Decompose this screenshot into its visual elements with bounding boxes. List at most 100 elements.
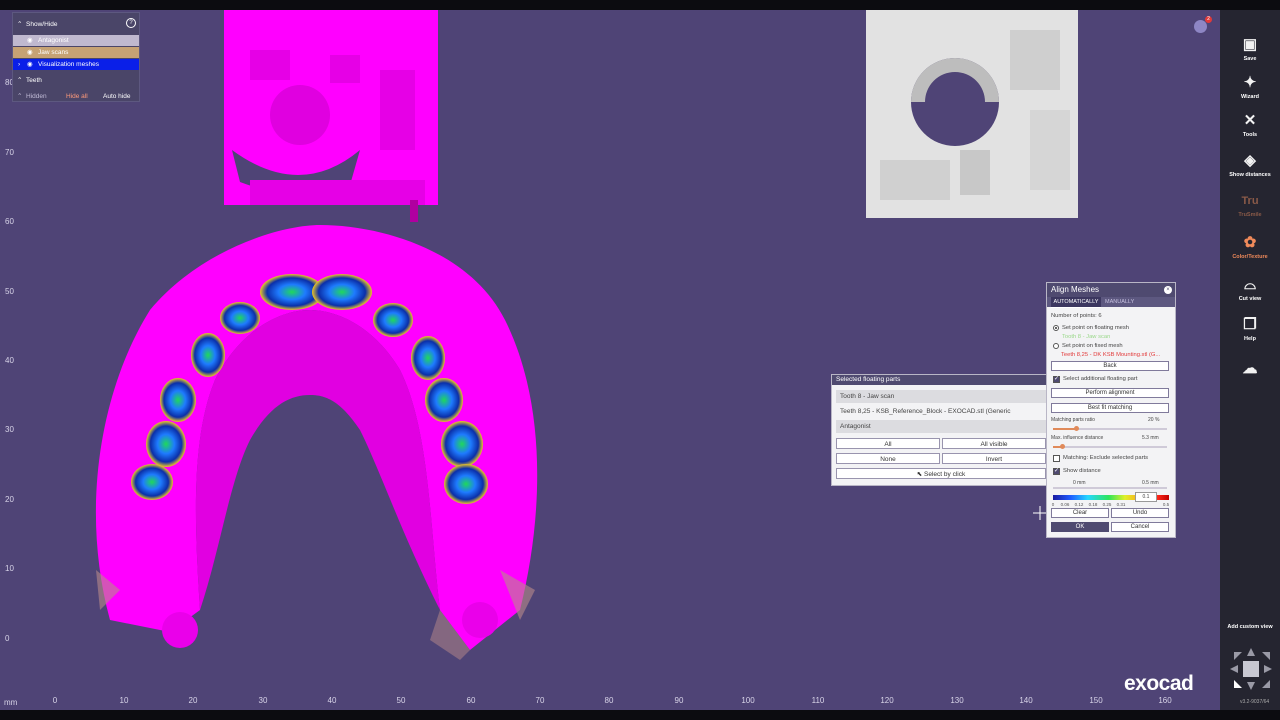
floating-mesh-radio[interactable] — [1053, 325, 1059, 331]
tools-icon: ✕ — [1243, 112, 1257, 129]
select-additional-checkbox[interactable]: ✓ — [1053, 376, 1060, 383]
select-additional-label: Select additional floating part — [1063, 376, 1138, 382]
wizard-button[interactable]: ✦ Wizard — [1220, 74, 1280, 100]
distance-max[interactable]: 0.5 mm — [1142, 480, 1159, 486]
eye-icon[interactable]: ◉ — [27, 47, 33, 58]
cloud-lock-icon: ☁ — [1242, 360, 1258, 377]
eye-icon[interactable]: ◉ — [27, 35, 33, 46]
undo-button[interactable]: Undo — [1111, 508, 1169, 518]
legend-tick: 0.12 — [1074, 502, 1084, 507]
save-icon: ▣ — [1242, 36, 1258, 53]
expand-chevron-icon[interactable]: › — [18, 59, 20, 70]
show-hide-panel: ⌃ Show/Hide ? ◉ Antagonist ◉ Jaw scans ›… — [12, 12, 140, 102]
max-influence-slider[interactable] — [1053, 444, 1167, 449]
perform-alignment-button[interactable]: Perform alignment — [1051, 388, 1169, 398]
select-all-visible-button[interactable]: All visible — [942, 438, 1046, 449]
show-distance-checkbox[interactable]: ✓ — [1053, 468, 1060, 475]
align-meshes-title: Align Meshes — [1047, 283, 1175, 297]
floating-part-item[interactable]: Tooth 8 - Jaw scan — [836, 390, 1046, 403]
x-tick: 80 — [604, 696, 614, 705]
align-tabs: AUTOMATICALLY MANUALLY — [1047, 297, 1175, 308]
back-button[interactable]: Back — [1051, 361, 1169, 371]
white-mounting-block[interactable] — [866, 10, 1078, 218]
y-tick: 40 — [5, 356, 14, 365]
trusmile-label: TruSmile — [1238, 212, 1262, 218]
teeth-group[interactable]: ⌃ Teeth — [13, 75, 139, 86]
fixed-mesh-radio[interactable] — [1053, 343, 1059, 349]
wizard-icon: ✦ — [1243, 74, 1257, 91]
distance-min[interactable]: 0 mm — [1073, 480, 1086, 486]
cancel-button[interactable]: Cancel — [1111, 522, 1169, 532]
layer-antagonist[interactable]: ◉ Antagonist — [13, 35, 139, 46]
layer-label: Antagonist — [38, 37, 69, 44]
save-label: Save — [1243, 56, 1257, 62]
layer-jaw-scans[interactable]: ◉ Jaw scans — [13, 47, 139, 58]
x-tick: 10 — [119, 696, 129, 705]
floating-part-item[interactable]: Antagonist — [836, 420, 1046, 433]
floating-mesh-target: Tooth 8 - Jaw scan — [1062, 334, 1111, 340]
show-hide-header[interactable]: ⌃ Show/Hide ? — [13, 18, 139, 30]
add-custom-view-button[interactable]: Add custom view — [1220, 624, 1280, 630]
x-tick: 160 — [1158, 696, 1172, 705]
save-button[interactable]: ▣ Save — [1220, 36, 1280, 62]
hide-all-button[interactable]: Hide all — [66, 91, 88, 102]
magenta-reference-block[interactable] — [224, 10, 438, 222]
layer-label: Jaw scans — [38, 49, 69, 56]
trusmile-button[interactable]: Tru TruSmile — [1220, 192, 1280, 218]
ok-button[interactable]: OK — [1051, 522, 1109, 532]
clear-button[interactable]: Clear — [1051, 508, 1109, 518]
show-distance-label: Show distance — [1063, 468, 1101, 474]
tab-automatically[interactable]: AUTOMATICALLY — [1051, 297, 1101, 308]
x-tick: 0 — [52, 696, 58, 705]
slider-knob[interactable] — [1073, 426, 1079, 431]
select-by-click-button[interactable]: ⬉ Select by click — [836, 468, 1046, 479]
matching-ratio-slider[interactable] — [1053, 426, 1167, 431]
x-tick: 40 — [327, 696, 337, 705]
best-fit-matching-button[interactable]: Best fit matching — [1051, 403, 1169, 413]
x-tick: 150 — [1089, 696, 1103, 705]
collapse-chevron-icon[interactable]: ⌃ — [17, 75, 22, 86]
color-texture-button[interactable]: ✿ Color/Texture — [1220, 234, 1280, 260]
layer-visualization-meshes[interactable]: › ◉ Visualization meshes — [13, 59, 139, 70]
eye-icon[interactable]: ◉ — [27, 59, 33, 70]
close-icon[interactable]: × — [1164, 286, 1172, 294]
jaw-scan-model[interactable] — [95, 225, 538, 660]
scene-render[interactable] — [0, 10, 1220, 710]
y-tick: 30 — [5, 425, 14, 434]
3d-viewport[interactable]: 80 70 60 50 40 30 20 10 0 mm 0 10 20 30 … — [0, 10, 1220, 710]
right-toolbar: ▣ Save ✦ Wizard ✕ Tools ◈ Show distances… — [1220, 10, 1280, 710]
slider-knob[interactable] — [1060, 444, 1066, 449]
x-tick: 30 — [258, 696, 268, 705]
distance-range-slider[interactable] — [1053, 487, 1167, 489]
hidden-row: ⌃ Hidden Hide all Auto hide — [13, 91, 139, 102]
color-texture-label: Color/Texture — [1232, 254, 1268, 260]
collapse-chevron-icon[interactable]: ⌃ — [17, 19, 22, 30]
auto-hide-button[interactable]: Auto hide — [103, 91, 130, 102]
cloud-lock-button[interactable]: ☁ — [1220, 360, 1280, 380]
floating-part-item[interactable]: Teeth 8,25 - KSB_Reference_Block - EXOCA… — [836, 405, 1046, 428]
tools-button[interactable]: ✕ Tools — [1220, 112, 1280, 138]
help-button[interactable]: ❐ Help — [1220, 316, 1280, 342]
selected-floating-parts-panel: Selected floating parts Tooth 8 - Jaw sc… — [831, 374, 1051, 486]
collapse-chevron-icon[interactable]: ⌃ — [17, 91, 22, 102]
x-tick: 120 — [880, 696, 894, 705]
show-distances-icon: ◈ — [1244, 152, 1256, 169]
legend-tick: 0.06 — [1060, 502, 1070, 507]
view-cube-icon[interactable] — [1226, 644, 1276, 694]
exclude-selected-checkbox[interactable] — [1053, 455, 1060, 462]
select-all-button[interactable]: All — [836, 438, 940, 449]
cut-view-button[interactable]: ⌓ Cut view — [1220, 276, 1280, 302]
select-by-click-label: Select by click — [924, 471, 966, 478]
invert-selection-button[interactable]: Invert — [942, 453, 1046, 464]
tab-manually[interactable]: MANUALLY — [1105, 297, 1141, 307]
select-none-button[interactable]: None — [836, 453, 940, 464]
exclude-selected-label: Matching: Exclude selected parts — [1063, 455, 1149, 461]
help-label: Help — [1244, 336, 1256, 342]
x-tick: 140 — [1019, 696, 1033, 705]
legend-tick: 0.18 — [1088, 502, 1098, 507]
x-tick: 100 — [741, 696, 755, 705]
help-icon[interactable]: ? — [126, 18, 136, 28]
show-distances-button[interactable]: ◈ Show distances — [1220, 152, 1280, 178]
legend-tick: 0.5 — [1162, 502, 1170, 507]
help-book-icon: ❐ — [1243, 316, 1257, 333]
